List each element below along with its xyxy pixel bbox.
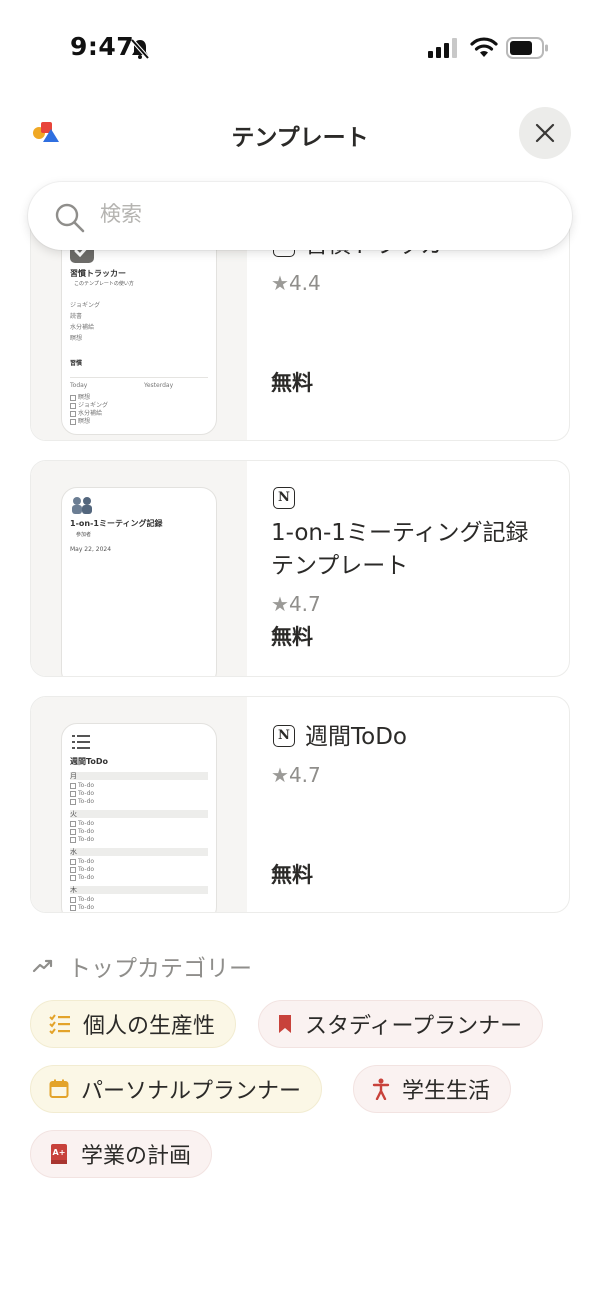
template-price: 無料 bbox=[271, 863, 313, 887]
search-bar[interactable] bbox=[28, 182, 572, 250]
page-title: テンプレート bbox=[231, 125, 369, 151]
category-label: 学生生活 bbox=[402, 1079, 491, 1104]
template-info: N 週間ToDo ★4.7 無料 bbox=[271, 697, 553, 912]
bookmark-icon bbox=[277, 1014, 293, 1034]
preview-heading: 1-on-1ミーティング記録 bbox=[70, 519, 163, 528]
grade-book-icon: A+ bbox=[49, 1143, 69, 1165]
close-button[interactable] bbox=[519, 107, 571, 159]
notion-logo-icon: N bbox=[273, 487, 295, 509]
notion-logo-icon: N bbox=[273, 725, 295, 747]
wifi-icon bbox=[470, 37, 498, 63]
battery-icon bbox=[506, 37, 548, 63]
status-bar: 9:47 bbox=[0, 0, 600, 96]
top-categories-heading: トップカテゴリー bbox=[32, 950, 252, 982]
preview-item: 読書 bbox=[70, 313, 83, 320]
preview-todo: To-do bbox=[70, 896, 94, 903]
list-icon bbox=[72, 734, 90, 753]
category-chip-study-planner[interactable]: スタディープランナー bbox=[258, 1000, 544, 1048]
category-chip-personal-productivity[interactable]: 個人の生産性 bbox=[30, 1000, 237, 1048]
svg-text:A+: A+ bbox=[53, 1148, 66, 1157]
template-preview: 1-on-1ミーティング記録 参加者 May 22, 2024 bbox=[31, 461, 247, 676]
category-chip-academic-planning[interactable]: A+ 学業の計画 bbox=[30, 1130, 213, 1178]
preview-todo: To-do bbox=[70, 828, 94, 835]
preview-sub: このテンプレートの使い方 bbox=[74, 281, 134, 287]
preview-item: 瞑想 bbox=[70, 335, 83, 342]
preview-db-title: 習慣 bbox=[70, 360, 83, 367]
preview-day-bar bbox=[70, 772, 208, 780]
preview-col: Yesterday bbox=[144, 382, 174, 389]
template-rating: ★4.4 bbox=[271, 271, 321, 295]
preview-todo: To-do bbox=[70, 904, 94, 911]
preview-todo: To-do bbox=[70, 790, 94, 797]
star-icon: ★ bbox=[271, 271, 289, 295]
template-info: N 習慣トラッカー ★4.4 無料 bbox=[271, 224, 553, 440]
preview-divider bbox=[70, 377, 208, 378]
template-card-1on1[interactable]: 1-on-1ミーティング記録 参加者 May 22, 2024 N 1-on-1… bbox=[30, 460, 570, 677]
preview-col: Today bbox=[70, 382, 88, 389]
star-icon: ★ bbox=[271, 592, 289, 616]
template-preview: 習慣トラッカー このテンプレートの使い方 ジョギング 読書 水分補給 瞑想 習慣… bbox=[31, 224, 247, 440]
category-chip-personal-planner[interactable]: パーソナルプランナー bbox=[30, 1065, 323, 1113]
close-icon bbox=[535, 123, 555, 143]
preview-phone: 1-on-1ミーティング記録 参加者 May 22, 2024 bbox=[61, 487, 217, 676]
template-list[interactable]: 習慣トラッカー このテンプレートの使い方 ジョギング 読書 水分補給 瞑想 習慣… bbox=[0, 224, 600, 924]
preview-day: 火 bbox=[70, 810, 77, 818]
preview-todo: To-do bbox=[70, 874, 94, 881]
category-label: スタディープランナー bbox=[305, 1014, 523, 1039]
preview-day: 木 bbox=[70, 886, 77, 894]
preview-item: ジョギング bbox=[70, 302, 101, 309]
preview-row: 瞑想 bbox=[70, 416, 90, 425]
template-price: 無料 bbox=[271, 371, 313, 395]
template-preview: 週間ToDo 月 To-do To-do To-do 火 To-do To-do… bbox=[31, 697, 247, 912]
preview-phone: 習慣トラッカー このテンプレートの使い方 ジョギング 読書 水分補給 瞑想 習慣… bbox=[61, 224, 217, 435]
template-title: 週間ToDo bbox=[305, 724, 407, 750]
star-icon: ★ bbox=[271, 763, 289, 787]
template-card-weekly-todo[interactable]: 週間ToDo 月 To-do To-do To-do 火 To-do To-do… bbox=[30, 696, 570, 913]
bell-muted-icon bbox=[130, 38, 150, 64]
template-title: 1-on-1ミーティング記録テンプレート bbox=[271, 520, 529, 579]
template-price: 無料 bbox=[271, 625, 313, 649]
calendar-icon bbox=[49, 1079, 69, 1099]
search-input[interactable] bbox=[100, 202, 540, 226]
preview-day-bar bbox=[70, 848, 208, 856]
trending-up-icon bbox=[32, 959, 53, 973]
preview-sub: 参加者 bbox=[76, 532, 92, 538]
preview-todo: To-do bbox=[70, 836, 94, 843]
category-label: 学業の計画 bbox=[81, 1144, 192, 1169]
preview-todo: To-do bbox=[70, 820, 94, 827]
preview-todo: To-do bbox=[70, 798, 94, 805]
category-label: 個人の生産性 bbox=[83, 1014, 216, 1039]
preview-day: 水 bbox=[70, 848, 77, 856]
template-info: N 1-on-1ミーティング記録テンプレート ★4.7 無料 bbox=[271, 461, 553, 676]
checklist-icon bbox=[49, 1014, 71, 1034]
template-card-habit-tracker[interactable]: 習慣トラッカー このテンプレートの使い方 ジョギング 読書 水分補給 瞑想 習慣… bbox=[30, 224, 570, 441]
preview-phone: 週間ToDo 月 To-do To-do To-do 火 To-do To-do… bbox=[61, 723, 217, 912]
preview-todo: To-do bbox=[70, 858, 94, 865]
preview-day: 月 bbox=[70, 772, 77, 780]
category-chip-student-life[interactable]: 学生生活 bbox=[353, 1065, 512, 1113]
preview-todo: To-do bbox=[70, 782, 94, 789]
template-rating: ★4.7 bbox=[271, 763, 321, 787]
preview-day-bar bbox=[70, 886, 208, 894]
preview-heading: 習慣トラッカー bbox=[70, 269, 126, 278]
preview-heading: 週間ToDo bbox=[70, 757, 109, 766]
preview-date: May 22, 2024 bbox=[70, 546, 112, 553]
cellular-signal-icon bbox=[428, 38, 460, 62]
category-label: パーソナルプランナー bbox=[81, 1079, 302, 1104]
person-icon bbox=[372, 1078, 390, 1100]
preview-item: 水分補給 bbox=[70, 324, 95, 331]
preview-todo: To-do bbox=[70, 866, 94, 873]
preview-day-bar bbox=[70, 810, 208, 818]
search-icon bbox=[54, 202, 86, 238]
template-rating: ★4.7 bbox=[271, 592, 321, 616]
people-icon bbox=[70, 496, 94, 514]
top-categories-label: トップカテゴリー bbox=[68, 956, 252, 982]
status-time: 9:47 bbox=[70, 32, 135, 61]
